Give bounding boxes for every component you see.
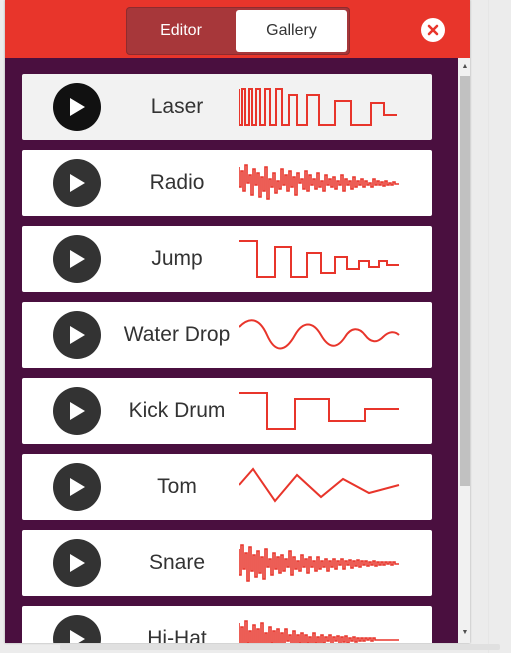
play-icon (70, 250, 85, 268)
waveform-jump (239, 240, 399, 278)
page-scrollbar-line (488, 0, 489, 653)
sound-name: Radio (149, 171, 205, 194)
waveform-water-drop (239, 319, 400, 350)
play-icon (70, 98, 85, 116)
play-icon (70, 326, 85, 344)
play-button[interactable] (53, 311, 101, 359)
play-icon (70, 402, 85, 420)
waveform-snare (239, 544, 399, 582)
play-button[interactable] (53, 235, 101, 283)
sound-card-radio[interactable]: Radio (22, 150, 432, 216)
play-icon (70, 478, 85, 496)
scrollbar-thumb[interactable] (460, 76, 470, 486)
play-button[interactable] (53, 387, 101, 435)
sound-name: Snare (148, 551, 206, 574)
waveform-laser (239, 88, 397, 126)
close-button[interactable] (421, 18, 445, 42)
play-icon (70, 554, 85, 572)
tab-group: Editor Gallery (126, 7, 350, 55)
play-button[interactable] (53, 539, 101, 587)
sound-card-hi-hat[interactable]: Hi-Hat (22, 606, 432, 643)
sound-name: Kick Drum (128, 399, 226, 422)
scroll-up-arrow-icon[interactable]: ▲ (460, 62, 470, 72)
tab-editor[interactable]: Editor (129, 10, 233, 52)
sound-card-kick-drum[interactable]: Kick Drum (22, 378, 432, 444)
waveform-radio (239, 164, 399, 200)
play-button[interactable] (53, 83, 101, 131)
waveform-kick-drum (239, 392, 399, 430)
panel-header: Editor Gallery (5, 0, 470, 58)
sound-card-snare[interactable]: Snare (22, 530, 432, 596)
horizontal-scrollbar[interactable] (60, 644, 500, 650)
sound-card-laser[interactable]: Laser (22, 74, 432, 140)
sound-name: Jump (151, 247, 203, 270)
play-icon (70, 630, 85, 643)
sound-card-jump[interactable]: Jump (22, 226, 432, 292)
sound-name: Water Drop (123, 323, 231, 346)
tab-gallery[interactable]: Gallery (236, 10, 347, 52)
waveform-hi-hat (239, 620, 399, 643)
sound-gallery-panel: Editor Gallery Laser Radio Jump Water Dr… (5, 0, 470, 643)
close-icon (427, 24, 439, 36)
play-button[interactable] (53, 615, 101, 643)
sound-name: Hi-Hat (147, 627, 207, 643)
play-button[interactable] (53, 159, 101, 207)
play-icon (70, 174, 85, 192)
sound-name: Laser (150, 95, 204, 118)
sound-card-water-drop[interactable]: Water Drop (22, 302, 432, 368)
play-button[interactable] (53, 463, 101, 511)
waveform-tom (239, 467, 400, 503)
sound-name: Tom (157, 475, 197, 498)
sound-card-tom[interactable]: Tom (22, 454, 432, 520)
scroll-down-arrow-icon[interactable]: ▼ (460, 628, 470, 638)
